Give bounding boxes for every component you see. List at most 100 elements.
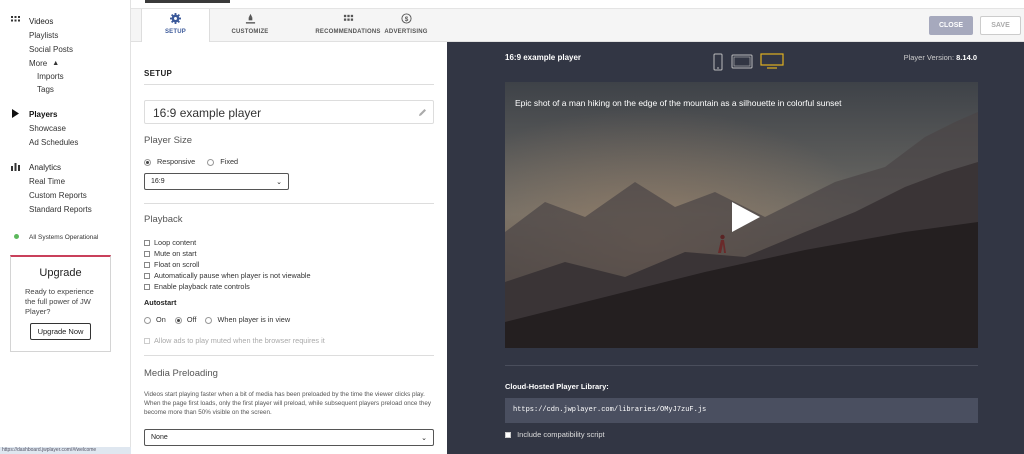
pencil-icon[interactable]: [418, 108, 427, 117]
autostart-off-radio[interactable]: [174, 316, 182, 324]
autopause-option[interactable]: Automatically pause when player is not v…: [144, 271, 311, 280]
autostart-label: Autostart: [144, 298, 177, 307]
media-preloading-description: Videos start playing faster when a bit o…: [144, 391, 432, 416]
playback-rate-label: Enable playback rate controls: [154, 282, 250, 291]
divider: [144, 203, 434, 204]
sidebar-item-playlists[interactable]: Playlists: [29, 29, 58, 41]
divider: [144, 84, 434, 85]
autostart-options: On Off When player is in view: [144, 315, 290, 324]
sidebar: Videos Playlists Social Posts More ▲ Imp…: [0, 0, 131, 454]
mute-label: Mute on start: [154, 249, 197, 258]
player-name-field[interactable]: 16:9 example player: [144, 100, 434, 124]
compatibility-checkbox[interactable]: [505, 432, 511, 439]
tablet-device-icon[interactable]: [731, 54, 753, 69]
media-preloading-value: None: [151, 434, 168, 441]
desktop-device-icon[interactable]: [760, 53, 784, 69]
sidebar-item-real-time[interactable]: Real Time: [29, 175, 65, 187]
playback-label: Playback: [144, 214, 183, 225]
gear-icon: [170, 13, 181, 24]
player-size-options: Responsive Fixed: [144, 157, 238, 166]
mobile-device-icon[interactable]: [713, 53, 723, 71]
grid-icon: [343, 14, 353, 21]
bar-chart-icon: [11, 163, 20, 171]
dollar-icon: $: [400, 13, 412, 24]
autopause-label: Automatically pause when player is not v…: [154, 271, 311, 280]
browser-status-url: https://dashboard.jwplayer.com/#/welcome: [0, 447, 131, 454]
tab-advertising-label: ADVERTISING: [384, 29, 428, 35]
autostart-off-label: Off: [186, 315, 197, 324]
player-tabs: SETUP CUSTOMIZE RECOMMENDATIONS $ ADVERT…: [131, 9, 1024, 43]
size-fixed-radio[interactable]: [207, 158, 215, 166]
status-dot-icon: [14, 234, 19, 239]
sidebar-item-more-label: More: [29, 58, 48, 68]
autopause-checkbox[interactable]: [144, 273, 150, 280]
sidebar-item-showcase[interactable]: Showcase: [29, 122, 66, 134]
playback-rate-option[interactable]: Enable playback rate controls: [144, 282, 250, 291]
mute-option[interactable]: Mute on start: [144, 249, 197, 258]
video-player[interactable]: Epic shot of a man hiking on the edge of…: [505, 82, 978, 348]
loop-option[interactable]: Loop content: [144, 238, 196, 247]
chevron-down-icon: ⌄: [421, 434, 427, 442]
upgrade-title: Upgrade: [39, 267, 82, 279]
tab-setup[interactable]: SETUP: [141, 9, 210, 43]
preview-title: 16:9 example player: [505, 53, 582, 62]
mute-checkbox[interactable]: [144, 251, 150, 258]
chevron-up-icon: ▲: [52, 59, 60, 67]
float-checkbox[interactable]: [144, 262, 150, 269]
size-responsive-radio[interactable]: [144, 158, 151, 166]
close-button[interactable]: CLOSE: [929, 16, 973, 35]
aspect-ratio-select[interactable]: 16:9 ⌄: [144, 173, 289, 190]
upgrade-now-button[interactable]: Upgrade Now: [29, 323, 92, 340]
chevron-down-icon: ⌄: [276, 178, 282, 186]
top-bar: [131, 0, 1024, 9]
sidebar-item-videos[interactable]: Videos: [29, 15, 53, 27]
size-fixed-label: Fixed: [220, 157, 239, 166]
sidebar-item-more[interactable]: More ▲: [29, 57, 59, 69]
size-responsive-label: Responsive: [157, 157, 196, 166]
player-version: Player Version: 8.14.0: [904, 53, 977, 62]
player-version-value: 8.14.0: [956, 53, 977, 62]
autostart-on-radio[interactable]: [144, 316, 151, 324]
sidebar-item-ad-schedules[interactable]: Ad Schedules: [29, 136, 78, 148]
top-tab-indicator: [145, 0, 230, 3]
play-icon[interactable]: [728, 200, 762, 234]
media-preloading-label: Media Preloading: [144, 368, 218, 379]
loop-checkbox[interactable]: [144, 240, 150, 247]
brush-icon: [245, 13, 255, 24]
playback-rate-checkbox[interactable]: [144, 284, 150, 291]
autostart-in-view-label: When player is in view: [217, 315, 291, 324]
media-preloading-select[interactable]: None ⌄: [144, 429, 434, 446]
loop-label: Loop content: [154, 238, 197, 247]
player-version-label: Player Version:: [903, 53, 955, 62]
sidebar-item-social-posts[interactable]: Social Posts: [29, 43, 73, 55]
system-status[interactable]: All Systems Operational: [29, 231, 98, 243]
save-button[interactable]: SAVE: [980, 16, 1021, 35]
float-label: Float on scroll: [154, 260, 200, 269]
divider: [144, 355, 434, 356]
allow-ads-muted-option[interactable]: Allow ads to play muted when the browser…: [144, 336, 325, 345]
setup-section-title: SETUP: [144, 69, 173, 78]
library-url-field[interactable]: https://cdn.jwplayer.com/libraries/OMyJ7…: [505, 398, 978, 423]
tab-customize[interactable]: CUSTOMIZE: [211, 9, 289, 42]
sidebar-item-standard-reports[interactable]: Standard Reports: [29, 203, 92, 215]
sidebar-item-analytics[interactable]: Analytics: [29, 161, 61, 173]
aspect-ratio-value: 16:9: [151, 178, 165, 185]
autostart-in-view-radio[interactable]: [205, 316, 213, 324]
tab-advertising[interactable]: $ ADVERTISING: [370, 9, 442, 42]
allow-ads-muted-checkbox[interactable]: [144, 338, 150, 345]
divider: [505, 365, 978, 366]
player-size-label: Player Size: [144, 135, 193, 146]
sidebar-item-tags[interactable]: Tags: [37, 83, 54, 95]
svg-text:$: $: [404, 16, 408, 23]
sidebar-item-imports[interactable]: Imports: [37, 70, 64, 82]
upgrade-panel: Upgrade Ready to experience the full pow…: [10, 255, 111, 352]
compatibility-option[interactable]: Include compatibility script: [505, 430, 605, 439]
allow-ads-muted-label: Allow ads to play muted when the browser…: [154, 336, 325, 345]
sidebar-item-custom-reports[interactable]: Custom Reports: [29, 189, 87, 201]
play-icon: [12, 109, 19, 118]
sidebar-item-players[interactable]: Players: [29, 108, 57, 120]
float-option[interactable]: Float on scroll: [144, 260, 199, 269]
player-name-value: 16:9 example player: [153, 106, 262, 120]
video-caption: Epic shot of a man hiking on the edge of…: [515, 98, 842, 108]
preview-panel: 16:9 example player Player Version: 8.14…: [447, 42, 1024, 454]
